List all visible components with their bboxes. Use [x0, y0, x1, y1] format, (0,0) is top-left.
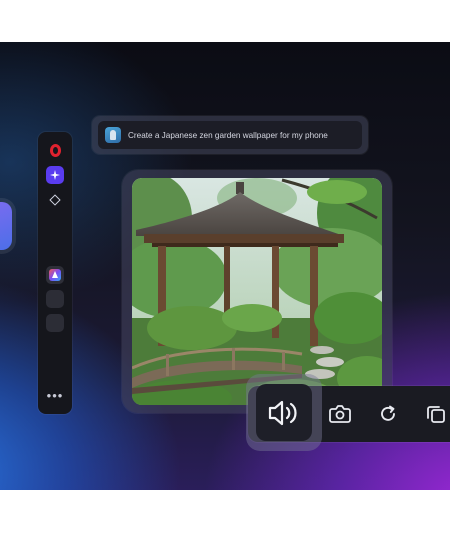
speaker-button[interactable] [256, 384, 312, 441]
diamond-icon[interactable] [46, 191, 64, 209]
sidebar-slot[interactable] [46, 290, 64, 308]
camera-icon[interactable] [328, 402, 352, 426]
browser-stage: ••• Create a Japanese zen garden wallpap… [0, 42, 450, 490]
app-icon[interactable] [46, 266, 64, 284]
prompt-text: Create a Japanese zen garden wallpaper f… [128, 130, 328, 140]
user-avatar [105, 127, 121, 143]
aria-sparkle-icon[interactable] [46, 166, 64, 184]
opera-icon[interactable] [46, 141, 64, 159]
side-panel-card[interactable] [0, 202, 12, 250]
zen-garden-image [132, 178, 382, 405]
speaker-highlight [246, 374, 322, 451]
prompt-bubble: Create a Japanese zen garden wallpaper f… [92, 116, 368, 154]
generated-image[interactable] [132, 178, 382, 405]
speaker-icon [268, 400, 297, 425]
more-options-icon[interactable]: ••• [46, 387, 64, 405]
refresh-icon[interactable] [376, 402, 400, 426]
copy-icon[interactable] [424, 402, 448, 426]
sidebar-slot[interactable] [46, 314, 64, 332]
sidebar: ••• [38, 132, 72, 414]
